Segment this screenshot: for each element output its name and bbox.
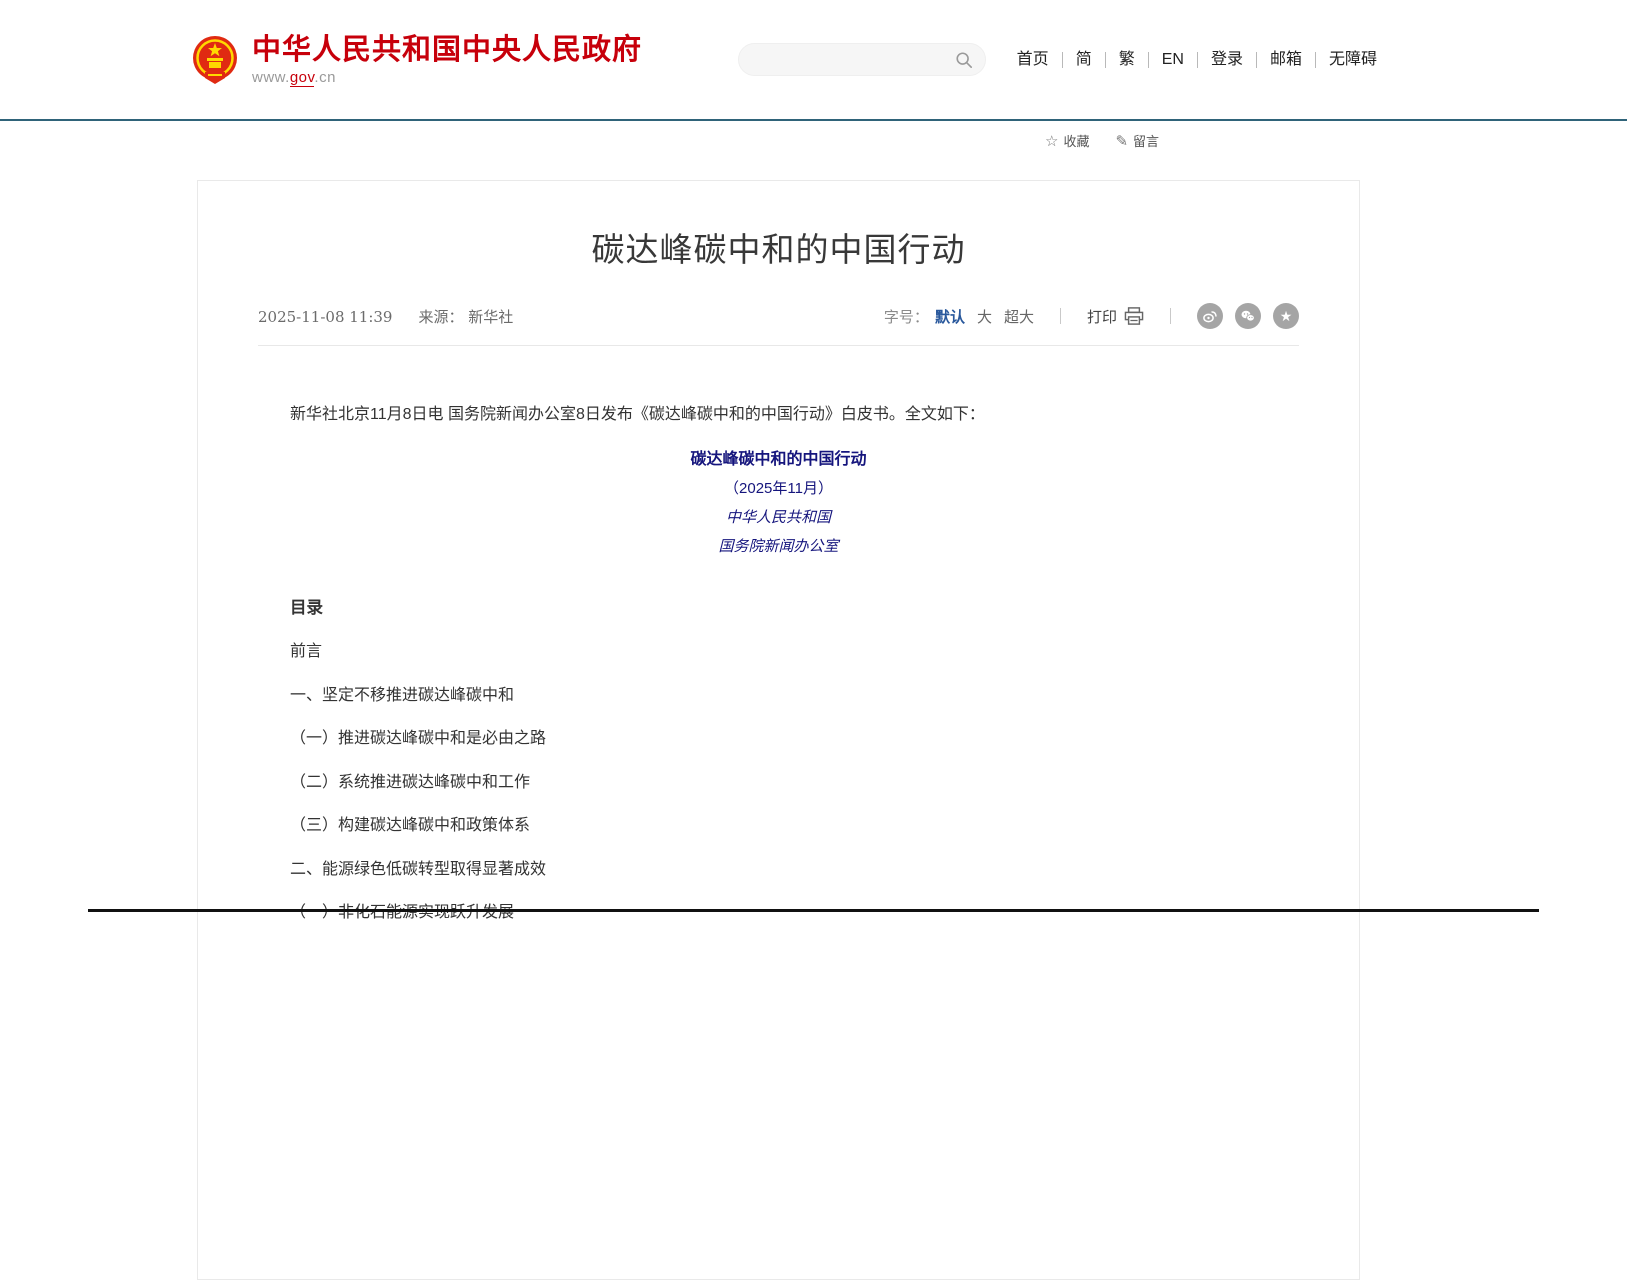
comment-label: 留言 [1133,131,1159,150]
top-nav-link[interactable]: 邮箱 [1257,52,1316,68]
print-button[interactable]: 打印 [1087,306,1144,327]
site-url: www.gov.cn [252,69,642,86]
document-date: （2025年11月） [290,474,1267,503]
favorite-label: 收藏 [1063,131,1089,150]
toc-item: 前言 [290,630,1267,674]
article-body: 新华社北京11月8日电 国务院新闻办公室8日发布《碳达峰碳中和的中国行动》白皮书… [198,402,1359,935]
top-nav-link[interactable]: 登录 [1198,52,1257,68]
favorite-link[interactable]: ☆ 收藏 [1045,131,1089,150]
divider [1060,308,1061,324]
printer-icon [1124,307,1144,325]
search-input[interactable] [755,52,955,68]
article-source: 来源： 新华社 [418,306,513,327]
font-size-option[interactable]: 大 [977,306,992,327]
document-org-line1: 中华人民共和国 [290,503,1267,532]
search-icon[interactable] [955,51,973,69]
site-url-www: www. [252,69,290,86]
print-label: 打印 [1087,306,1117,327]
article-card: 碳达峰碳中和的中国行动 2025-11-08 11:39 来源： 新华社 字号：… [197,180,1360,1280]
wechat-icon[interactable] [1235,303,1261,329]
site-brand[interactable]: 中华人民共和国中央人民政府 www.gov.cn [192,34,642,86]
source-label: 来源： [418,308,463,326]
toc-item: （三）构建碳达峰碳中和政策体系 [290,804,1267,848]
font-size-options: 默认大超大 [935,306,1034,327]
page-actions: ☆ 收藏 ✎ 留言 [1045,131,1159,150]
lead-paragraph: 新华社北京11月8日电 国务院新闻办公室8日发布《碳达峰碳中和的中国行动》白皮书… [290,402,1267,427]
toc-list: 前言一、坚定不移推进碳达峰碳中和（一）推进碳达峰碳中和是必由之路（二）系统推进碳… [290,630,1267,935]
toc-item: （二）系统推进碳达峰碳中和工作 [290,761,1267,805]
source-value: 新华社 [468,308,513,326]
article-meta-right: 字号： 默认大超大 打印 [884,303,1299,329]
share-icons: ★ [1197,303,1299,329]
national-emblem-logo [192,34,238,86]
font-size-option[interactable]: 默认 [935,306,965,327]
divider [1170,308,1171,324]
top-nav-link[interactable]: 简 [1063,52,1106,68]
toc-item: （一）非化石能源实现跃升发展 [290,891,1267,935]
viewport-bottom-edge [88,909,1539,912]
toc-heading: 目录 [290,587,1267,630]
site-title: 中华人民共和国中央人民政府 [252,34,642,66]
font-size-label: 字号： [884,306,929,327]
document-title: 碳达峰碳中和的中国行动 [290,445,1267,474]
pencil-icon: ✎ [1115,132,1128,150]
document-org-line2: 国务院新闻办公室 [290,532,1267,561]
site-url-cn: .cn [314,69,336,86]
top-nav-link[interactable]: 首页 [1004,52,1063,68]
weibo-icon[interactable] [1197,303,1223,329]
article-meta-left: 2025-11-08 11:39 来源： 新华社 [258,306,513,327]
toc-item: 二、能源绿色低碳转型取得显著成效 [290,848,1267,892]
font-size-option[interactable]: 超大 [1004,306,1034,327]
toc-item: （一）推进碳达峰碳中和是必由之路 [290,717,1267,761]
star-icon[interactable]: ★ [1273,303,1299,329]
top-nav: 首页简繁EN登录邮箱无障碍 [1004,52,1377,68]
article-title: 碳达峰碳中和的中国行动 [198,223,1359,271]
search-box[interactable] [738,43,986,76]
toc-item: 一、坚定不移推进碳达峰碳中和 [290,674,1267,718]
top-nav-link[interactable]: EN [1149,52,1198,68]
article-meta-row: 2025-11-08 11:39 来源： 新华社 字号： 默认大超大 打印 [258,303,1299,346]
site-header: 中华人民共和国中央人民政府 www.gov.cn 首页简繁EN登录邮箱无障碍 [0,0,1627,121]
comment-link[interactable]: ✎ 留言 [1115,131,1159,150]
site-url-gov: gov [290,69,315,87]
star-outline-icon: ☆ [1045,132,1058,150]
article-date: 2025-11-08 11:39 [258,308,392,326]
star-glyph: ★ [1280,309,1293,323]
top-nav-link[interactable]: 繁 [1106,52,1149,68]
top-nav-link[interactable]: 无障碍 [1316,52,1377,68]
